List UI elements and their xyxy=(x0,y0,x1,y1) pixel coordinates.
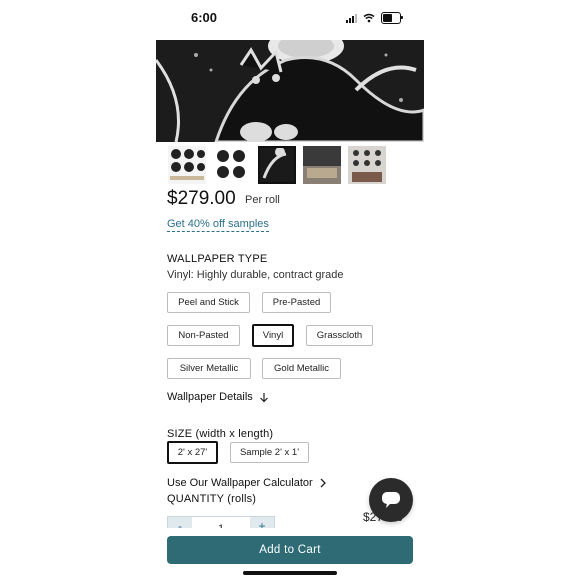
chevron-right-icon xyxy=(320,478,326,488)
type-option-gold-metallic[interactable]: Gold Metallic xyxy=(262,358,341,379)
arrow-down-icon xyxy=(259,392,268,402)
wallpaper-type-title: WALLPAPER TYPE xyxy=(167,253,268,265)
thumbnail[interactable] xyxy=(213,146,251,184)
size-option-2x27[interactable]: 2' x 27' xyxy=(167,441,218,464)
home-indicator xyxy=(243,571,337,575)
wallpaper-type-description: Vinyl: Highly durable, contract grade xyxy=(167,269,344,281)
calculator-label: Use Our Wallpaper Calculator xyxy=(167,477,313,489)
wifi-icon xyxy=(363,13,375,23)
thumbnail[interactable] xyxy=(348,146,386,184)
thumbnail[interactable] xyxy=(168,146,206,184)
chat-bubble-icon xyxy=(382,492,400,508)
product-price: $279.00 xyxy=(167,188,236,209)
wallpaper-calculator-link[interactable]: Use Our Wallpaper Calculator xyxy=(167,477,327,489)
type-option-silver-metallic[interactable]: Silver Metallic xyxy=(167,358,251,379)
price-unit: Per roll xyxy=(245,194,280,206)
chat-button[interactable] xyxy=(369,478,413,522)
size-option-sample[interactable]: Sample 2' x 1' xyxy=(230,442,309,463)
add-to-cart-button[interactable]: Add to Cart xyxy=(167,536,413,564)
wallpaper-details-label: Wallpaper Details xyxy=(167,391,253,403)
status-icons xyxy=(346,12,403,24)
size-title: SIZE (width x length) xyxy=(167,428,274,440)
thumbnail-selected[interactable] xyxy=(258,146,296,184)
product-hero-image[interactable] xyxy=(156,40,424,142)
type-option-pre-pasted[interactable]: Pre-Pasted xyxy=(262,292,331,313)
samples-discount-link[interactable]: Get 40% off samples xyxy=(167,218,269,232)
battery-icon xyxy=(381,12,403,24)
thumbnail[interactable] xyxy=(303,146,341,184)
type-option-grasscloth[interactable]: Grasscloth xyxy=(306,325,373,346)
type-option-peel-and-stick[interactable]: Peel and Stick xyxy=(167,292,250,313)
type-option-vinyl[interactable]: Vinyl xyxy=(252,324,294,347)
type-option-non-pasted[interactable]: Non-Pasted xyxy=(167,325,240,346)
quantity-title: QUANTITY (rolls) xyxy=(167,493,257,505)
signal-icon xyxy=(346,13,357,23)
thumbnail-strip xyxy=(168,146,386,184)
status-time: 6:00 xyxy=(191,10,218,25)
wallpaper-details-toggle[interactable]: Wallpaper Details xyxy=(167,391,269,403)
